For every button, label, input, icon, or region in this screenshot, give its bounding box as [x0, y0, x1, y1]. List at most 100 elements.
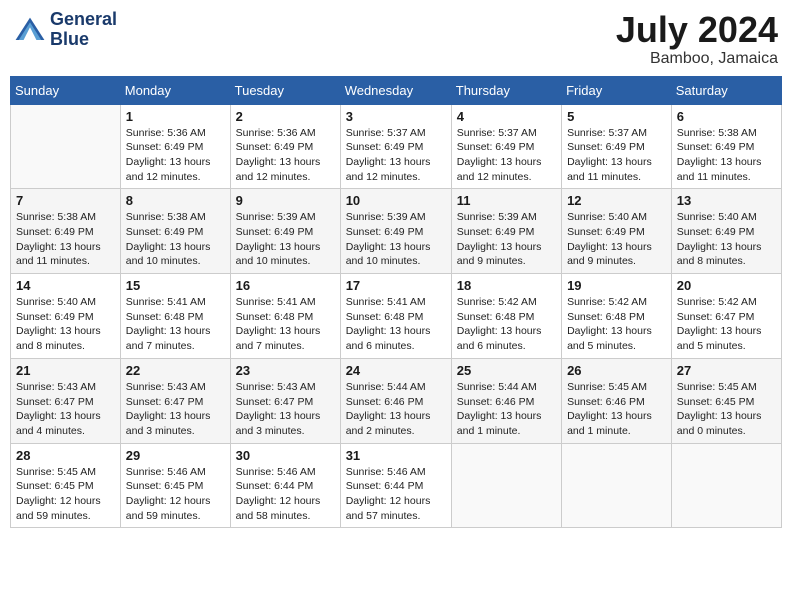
day-info: Sunrise: 5:46 AM Sunset: 6:44 PM Dayligh…	[346, 465, 446, 524]
day-info: Sunrise: 5:44 AM Sunset: 6:46 PM Dayligh…	[457, 380, 556, 439]
calendar-week-1: 1 Sunrise: 5:36 AM Sunset: 6:49 PM Daylig…	[11, 104, 782, 189]
day-info: Sunrise: 5:43 AM Sunset: 6:47 PM Dayligh…	[236, 380, 335, 439]
calendar-week-3: 14Sunrise: 5:40 AM Sunset: 6:49 PM Dayli…	[11, 274, 782, 359]
calendar-body: 1 Sunrise: 5:36 AM Sunset: 6:49 PM Daylig…	[11, 104, 782, 528]
calendar-cell: 23 Sunrise: 5:43 AM Sunset: 6:47 PM Dayli…	[230, 358, 340, 443]
day-number: 29	[126, 448, 225, 463]
calendar-cell	[451, 443, 561, 528]
day-number: 6	[677, 109, 776, 124]
day-info: Sunrise: 5:41 AM Sunset: 6:48 PM Dayligh…	[126, 295, 225, 354]
day-number: 1	[126, 109, 225, 124]
day-number: 16	[236, 278, 335, 293]
calendar-cell: 16 Sunrise: 5:41 AM Sunset: 6:48 PM Dayli…	[230, 274, 340, 359]
day-info: Sunrise: 5:45 AM Sunset: 6:46 PM Dayligh…	[567, 380, 666, 439]
day-info: Sunrise: 5:41 AM Sunset: 6:48 PM Dayligh…	[236, 295, 335, 354]
calendar-cell: 18Sunrise: 5:42 AM Sunset: 6:48 PM Dayli…	[451, 274, 561, 359]
day-info: Sunrise: 5:45 AM Sunset: 6:45 PM Dayligh…	[16, 465, 115, 524]
day-info: Sunrise: 5:46 AM Sunset: 6:44 PM Dayligh…	[236, 465, 335, 524]
day-info: Sunrise: 5:38 AM Sunset: 6:49 PM Dayligh…	[677, 126, 776, 185]
day-number: 22	[126, 363, 225, 378]
day-number: 12	[567, 193, 666, 208]
calendar-cell: 4 Sunrise: 5:37 AM Sunset: 6:49 PM Daylig…	[451, 104, 561, 189]
day-number: 7	[16, 193, 115, 208]
day-number: 28	[16, 448, 115, 463]
day-number: 18	[457, 278, 556, 293]
day-number: 15	[126, 278, 225, 293]
calendar-cell: 27Sunrise: 5:45 AM Sunset: 6:45 PM Dayli…	[671, 358, 781, 443]
day-info: Sunrise: 5:39 AM Sunset: 6:49 PM Dayligh…	[236, 210, 335, 269]
title-block: July 2024 Bamboo, Jamaica	[616, 10, 778, 68]
day-number: 14	[16, 278, 115, 293]
day-number: 4	[457, 109, 556, 124]
day-number: 31	[346, 448, 446, 463]
day-info: Sunrise: 5:38 AM Sunset: 6:49 PM Dayligh…	[126, 210, 225, 269]
calendar-cell: 9Sunrise: 5:39 AM Sunset: 6:49 PM Daylig…	[230, 189, 340, 274]
day-number: 13	[677, 193, 776, 208]
day-number: 5	[567, 109, 666, 124]
day-number: 24	[346, 363, 446, 378]
day-info: Sunrise: 5:42 AM Sunset: 6:48 PM Dayligh…	[567, 295, 666, 354]
calendar-cell: 3 Sunrise: 5:37 AM Sunset: 6:49 PM Daylig…	[340, 104, 451, 189]
calendar-week-4: 21 Sunrise: 5:43 AM Sunset: 6:47 PM Dayli…	[11, 358, 782, 443]
day-number: 26	[567, 363, 666, 378]
calendar-cell	[671, 443, 781, 528]
day-info: Sunrise: 5:37 AM Sunset: 6:49 PM Dayligh…	[567, 126, 666, 185]
day-info: Sunrise: 5:43 AM Sunset: 6:47 PM Dayligh…	[16, 380, 115, 439]
calendar-cell: 11 Sunrise: 5:39 AM Sunset: 6:49 PM Dayli…	[451, 189, 561, 274]
calendar-cell: 15 Sunrise: 5:41 AM Sunset: 6:48 PM Dayli…	[120, 274, 230, 359]
calendar-cell: 6 Sunrise: 5:38 AM Sunset: 6:49 PM Daylig…	[671, 104, 781, 189]
calendar-cell: 20Sunrise: 5:42 AM Sunset: 6:47 PM Dayli…	[671, 274, 781, 359]
day-info: Sunrise: 5:36 AM Sunset: 6:49 PM Dayligh…	[126, 126, 225, 185]
day-number: 19	[567, 278, 666, 293]
calendar-cell: 25 Sunrise: 5:44 AM Sunset: 6:46 PM Dayli…	[451, 358, 561, 443]
logo: General Blue	[14, 10, 117, 50]
calendar-cell: 21 Sunrise: 5:43 AM Sunset: 6:47 PM Dayli…	[11, 358, 121, 443]
day-info: Sunrise: 5:45 AM Sunset: 6:45 PM Dayligh…	[677, 380, 776, 439]
weekday-header-saturday: Saturday	[671, 76, 781, 104]
logo-text: General Blue	[50, 10, 117, 50]
calendar-cell: 29 Sunrise: 5:46 AM Sunset: 6:45 PM Dayli…	[120, 443, 230, 528]
day-info: Sunrise: 5:36 AM Sunset: 6:49 PM Dayligh…	[236, 126, 335, 185]
day-number: 20	[677, 278, 776, 293]
calendar-cell: 10 Sunrise: 5:39 AM Sunset: 6:49 PM Dayli…	[340, 189, 451, 274]
calendar-cell	[562, 443, 672, 528]
calendar-cell: 13 Sunrise: 5:40 AM Sunset: 6:49 PM Dayli…	[671, 189, 781, 274]
day-number: 8	[126, 193, 225, 208]
day-info: Sunrise: 5:43 AM Sunset: 6:47 PM Dayligh…	[126, 380, 225, 439]
day-info: Sunrise: 5:40 AM Sunset: 6:49 PM Dayligh…	[677, 210, 776, 269]
calendar-cell: 14Sunrise: 5:40 AM Sunset: 6:49 PM Dayli…	[11, 274, 121, 359]
calendar-cell: 24 Sunrise: 5:44 AM Sunset: 6:46 PM Dayli…	[340, 358, 451, 443]
day-info: Sunrise: 5:37 AM Sunset: 6:49 PM Dayligh…	[457, 126, 556, 185]
day-number: 17	[346, 278, 446, 293]
weekday-header-monday: Monday	[120, 76, 230, 104]
calendar-cell: 28 Sunrise: 5:45 AM Sunset: 6:45 PM Dayli…	[11, 443, 121, 528]
day-number: 11	[457, 193, 556, 208]
logo-icon	[14, 16, 46, 44]
location-title: Bamboo, Jamaica	[616, 50, 778, 68]
day-number: 25	[457, 363, 556, 378]
day-number: 23	[236, 363, 335, 378]
calendar-cell: 17 Sunrise: 5:41 AM Sunset: 6:48 PM Dayli…	[340, 274, 451, 359]
day-info: Sunrise: 5:39 AM Sunset: 6:49 PM Dayligh…	[457, 210, 556, 269]
calendar-table: SundayMondayTuesdayWednesdayThursdayFrid…	[10, 76, 782, 529]
calendar-week-5: 28 Sunrise: 5:45 AM Sunset: 6:45 PM Dayli…	[11, 443, 782, 528]
calendar-cell: 5 Sunrise: 5:37 AM Sunset: 6:49 PM Daylig…	[562, 104, 672, 189]
weekday-header-friday: Friday	[562, 76, 672, 104]
day-number: 3	[346, 109, 446, 124]
calendar-cell: 30 Sunrise: 5:46 AM Sunset: 6:44 PM Dayli…	[230, 443, 340, 528]
calendar-cell: 8 Sunrise: 5:38 AM Sunset: 6:49 PM Daylig…	[120, 189, 230, 274]
calendar-week-2: 7 Sunrise: 5:38 AM Sunset: 6:49 PM Daylig…	[11, 189, 782, 274]
day-number: 21	[16, 363, 115, 378]
weekday-header-sunday: Sunday	[11, 76, 121, 104]
day-info: Sunrise: 5:41 AM Sunset: 6:48 PM Dayligh…	[346, 295, 446, 354]
weekday-header-wednesday: Wednesday	[340, 76, 451, 104]
day-number: 10	[346, 193, 446, 208]
day-number: 30	[236, 448, 335, 463]
calendar-cell	[11, 104, 121, 189]
day-info: Sunrise: 5:40 AM Sunset: 6:49 PM Dayligh…	[567, 210, 666, 269]
day-info: Sunrise: 5:37 AM Sunset: 6:49 PM Dayligh…	[346, 126, 446, 185]
calendar-cell: 31 Sunrise: 5:46 AM Sunset: 6:44 PM Dayli…	[340, 443, 451, 528]
day-info: Sunrise: 5:44 AM Sunset: 6:46 PM Dayligh…	[346, 380, 446, 439]
day-info: Sunrise: 5:39 AM Sunset: 6:49 PM Dayligh…	[346, 210, 446, 269]
day-info: Sunrise: 5:46 AM Sunset: 6:45 PM Dayligh…	[126, 465, 225, 524]
